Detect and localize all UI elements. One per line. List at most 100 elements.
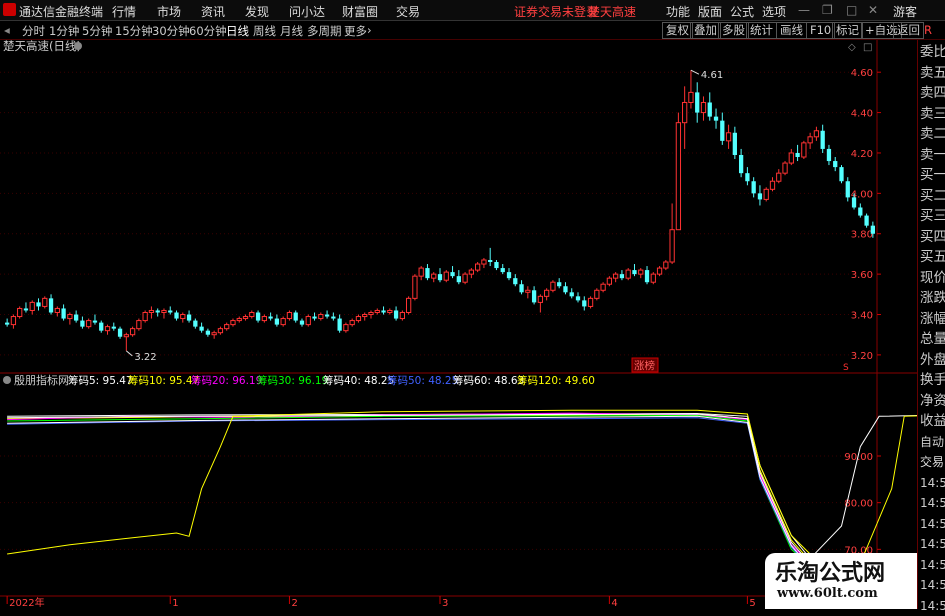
menu-xuanxiang[interactable]: 选项 — [762, 3, 786, 20]
period-1min[interactable]: 1分钟 — [49, 23, 79, 39]
menu-jiaoyi[interactable]: 交易 — [396, 3, 420, 20]
quote-field-11: 现价 — [920, 269, 945, 286]
candle-body-69 — [437, 274, 443, 281]
period-multi[interactable]: 多周期 — [307, 23, 342, 39]
candle-body-88 — [557, 282, 562, 287]
app-brand: 通达信金融终端 — [19, 5, 104, 19]
square-icon: □ — [863, 42, 872, 53]
close-icon[interactable]: ✕ — [868, 3, 878, 17]
candle-body-117 — [738, 154, 744, 174]
candle-body-128 — [807, 136, 813, 144]
quote-field-6: 买一 — [920, 167, 945, 183]
period-15min[interactable]: 15分钟 — [115, 23, 153, 39]
candle-body-78 — [494, 262, 499, 269]
candle-body-122 — [769, 180, 776, 190]
candle-body-133 — [839, 167, 844, 182]
maximize-icon[interactable]: □ — [846, 3, 857, 17]
candle-body-116 — [732, 132, 737, 155]
tool-diejia[interactable]: 叠加 — [690, 22, 721, 39]
candle-body-75 — [475, 263, 481, 271]
candle-body-3 — [23, 308, 29, 311]
candle-body-103 — [650, 273, 656, 283]
candle-body-27 — [174, 312, 179, 319]
menu-faxian[interactable]: 发现 — [245, 3, 269, 20]
ytick-label-main-6: 4.40 — [851, 109, 873, 120]
quote-field-2: 卖四 — [920, 85, 945, 101]
candle-body-71 — [450, 272, 455, 277]
candle-body-63 — [399, 311, 405, 320]
indicator-label-3: 筹码30: 96.19 — [257, 374, 328, 387]
candle-body-46 — [293, 312, 298, 321]
candle-body-4 — [29, 301, 35, 311]
period-monthly[interactable]: 月线 — [280, 23, 303, 39]
indicator-recovery-1 — [859, 415, 917, 564]
diamond-icon: ◇ — [848, 42, 856, 53]
menu-shichang[interactable]: 市场 — [157, 3, 181, 20]
menu-gongneng[interactable]: 功能 — [666, 3, 690, 20]
candle-body-121 — [763, 188, 769, 200]
more-chevron-icon[interactable]: › — [367, 23, 372, 37]
candle-body-120 — [757, 193, 763, 200]
ytick-label-main-1: 3.40 — [851, 311, 873, 322]
candle-body-7 — [48, 298, 54, 313]
chart-area[interactable]: 3.203.403.603.804.004.204.404.604.613.22… — [0, 40, 917, 609]
restore-icon[interactable]: ❐ — [822, 3, 833, 17]
quote-field-18: 收益 — [920, 413, 945, 429]
candle-body-85 — [537, 295, 544, 303]
quote-field-0: 委比 — [920, 44, 945, 60]
menu-hangqing[interactable]: 行情 — [112, 3, 136, 20]
period-weekly[interactable]: 周线 — [253, 23, 276, 39]
login-notice[interactable]: 证券交易未登录 — [514, 3, 598, 20]
candle-body-126 — [795, 152, 800, 158]
candle-body-19 — [123, 334, 129, 338]
tool-tongji[interactable]: 统计 — [746, 22, 777, 39]
candle-body-119 — [751, 181, 756, 194]
candle-body-38 — [242, 316, 249, 320]
candle-body-92 — [582, 300, 587, 307]
tool-duogu[interactable]: 多股 — [718, 22, 749, 39]
candle-body-99 — [625, 269, 631, 279]
xtick-label-0: 2022年 — [9, 596, 44, 609]
tool-biaoji[interactable]: 标记 — [832, 22, 863, 39]
user-guest[interactable]: 游客 — [893, 3, 917, 20]
ytick-label-main-7: 4.60 — [851, 68, 873, 79]
tool-back[interactable]: 返回 — [893, 22, 924, 39]
menu-wenxiaoda[interactable]: 问小达 — [289, 3, 325, 20]
quote-field-19: 自动 — [920, 434, 945, 449]
period-60min[interactable]: 60分钟 — [189, 23, 227, 39]
period-fenshi[interactable]: 分时 — [22, 23, 45, 39]
period-prev-arrow-icon[interactable]: ◂ — [4, 23, 10, 37]
minimize-icon[interactable]: — — [798, 3, 810, 17]
ytick-label-main-5: 4.20 — [851, 149, 873, 160]
candle-body-10 — [67, 314, 73, 320]
candle-body-91 — [575, 296, 581, 301]
period-more[interactable]: 更多 — [344, 23, 367, 39]
watermark-logo: 乐淘公式网 www.60lt.com — [765, 553, 917, 609]
candle-body-60 — [381, 310, 386, 313]
watermark-url: www.60lt.com — [777, 586, 878, 601]
menu-gongshi[interactable]: 公式 — [730, 3, 754, 20]
candle-body-41 — [261, 316, 267, 322]
candle-body-123 — [776, 172, 782, 182]
tool-f10[interactable]: F10 — [806, 22, 836, 39]
quote-field-13: 涨幅 — [920, 310, 945, 327]
title-dropdown-icon — [74, 42, 82, 50]
candle-body-108 — [682, 101, 688, 124]
tool-huaxian[interactable]: 画线 — [776, 22, 807, 39]
menu-banmian[interactable]: 版面 — [698, 3, 722, 20]
candle-body-67 — [425, 268, 430, 279]
period-5min[interactable]: 5分钟 — [82, 23, 112, 39]
candle-body-61 — [387, 309, 393, 313]
menu-zixun[interactable]: 资讯 — [201, 3, 225, 20]
candle-body-12 — [80, 320, 85, 327]
tool-fuquan[interactable]: 复权 — [662, 22, 693, 39]
candle-body-36 — [230, 320, 236, 326]
candle-body-74 — [468, 269, 475, 275]
period-daily[interactable]: 日线 — [226, 23, 249, 39]
candle-body-43 — [274, 318, 280, 325]
candle-body-134 — [845, 181, 850, 198]
candle-body-45 — [286, 311, 293, 320]
menu-caifuquan[interactable]: 财富圈 — [342, 3, 378, 20]
ytick-label-main-3: 3.80 — [851, 230, 873, 241]
period-30min[interactable]: 30分钟 — [152, 23, 190, 39]
